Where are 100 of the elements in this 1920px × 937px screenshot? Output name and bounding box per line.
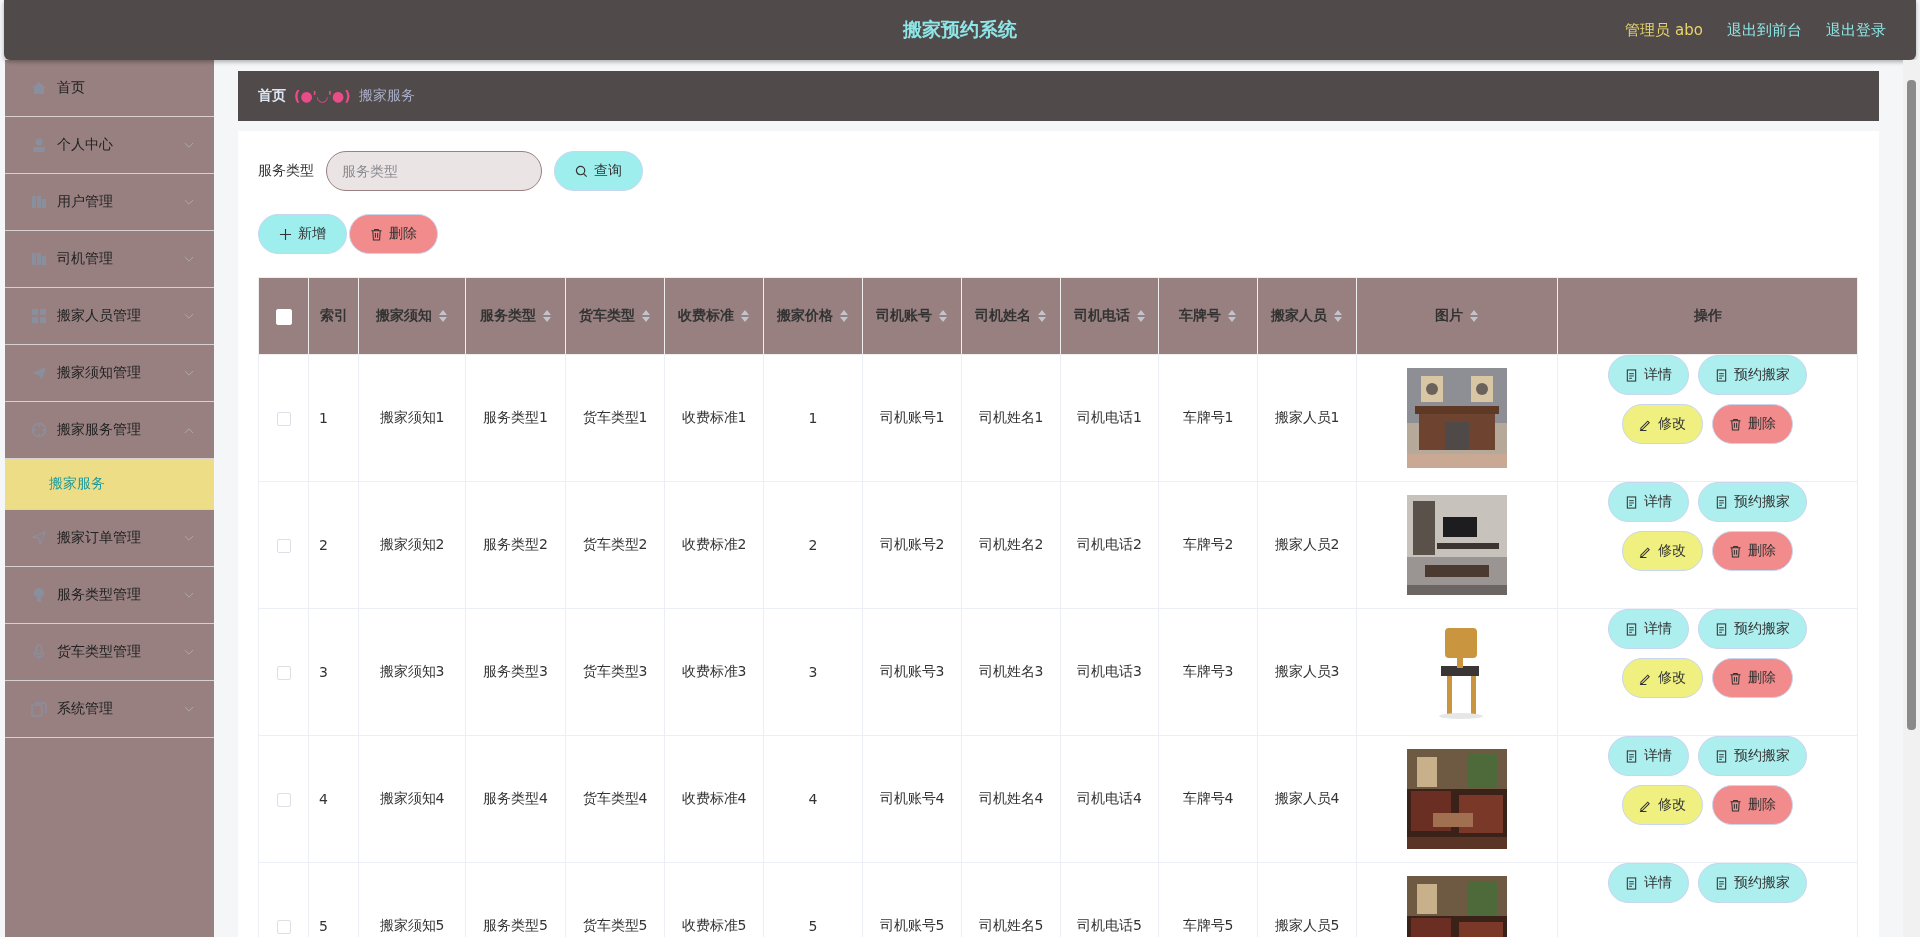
header-cell[interactable]: 司机姓名 — [961, 277, 1061, 355]
sort-icon[interactable] — [740, 309, 750, 323]
header-cell[interactable]: 搬家须知 — [358, 277, 466, 355]
header-link[interactable]: 退出到前台 — [1727, 20, 1802, 40]
header-cell[interactable]: 搬家价格 — [763, 277, 863, 355]
table-cell: 搬家人员2 — [1274, 536, 1340, 552]
breadcrumb-link[interactable]: 首页 — [258, 87, 286, 105]
sort-icon[interactable] — [1333, 309, 1343, 323]
table-cell: 服务类型5 — [483, 917, 548, 933]
header-cell[interactable]: 服务类型 — [465, 277, 566, 355]
edit-button[interactable]: 修改 — [1622, 658, 1703, 698]
detail-button[interactable]: 详情 — [1608, 355, 1689, 395]
table-cell: 收费标准5 — [681, 917, 747, 933]
sort-icon[interactable] — [1135, 309, 1146, 323]
table-cell: 司机电话3 — [1077, 663, 1142, 679]
row-checkbox[interactable] — [276, 539, 291, 553]
row-checkbox[interactable] — [276, 666, 291, 680]
plus-icon — [279, 227, 292, 241]
edit-button[interactable]: 修改 — [1622, 785, 1703, 825]
trash-icon — [1729, 798, 1742, 812]
table-cell: 1 — [808, 410, 818, 426]
row-checkbox[interactable] — [276, 793, 291, 807]
table-cell: 4 — [808, 791, 818, 807]
header-cell[interactable]: 司机账号 — [862, 277, 962, 355]
breadcrumb-separator: (●'◡'●) — [294, 88, 351, 104]
menu-item[interactable]: 首页 — [5, 60, 214, 117]
submenu-item[interactable]: 搬家服务 — [5, 459, 214, 510]
document-icon — [1715, 876, 1728, 890]
header-cell[interactable]: 搬家人员 — [1257, 277, 1357, 355]
sort-icon[interactable] — [1227, 309, 1237, 323]
table-cell: 2 — [808, 537, 818, 553]
column-header: 服务类型 — [479, 307, 536, 325]
menu-item[interactable]: 服务类型管理 — [5, 567, 214, 624]
row-checkbox[interactable] — [276, 412, 291, 426]
edit-button[interactable]: 修改 — [1622, 531, 1703, 571]
header-cell[interactable]: 车牌号 — [1158, 277, 1258, 355]
row-checkbox[interactable] — [276, 920, 291, 934]
menu-item[interactable]: 个人中心 — [5, 117, 214, 174]
detail-button[interactable]: 详情 — [1608, 609, 1689, 649]
delete-button[interactable]: 删除 — [1712, 531, 1793, 571]
book-button[interactable]: 预约搬家 — [1698, 736, 1807, 776]
query-button[interactable]: 查询 — [554, 151, 643, 191]
edit-button[interactable]: 修改 — [1622, 404, 1703, 444]
table-cell: 司机姓名1 — [978, 409, 1044, 425]
table-cell: 搬家须知3 — [379, 663, 445, 679]
header-cell[interactable]: 操作 — [1557, 277, 1858, 355]
detail-button[interactable]: 详情 — [1608, 863, 1689, 903]
sort-icon[interactable] — [938, 309, 948, 323]
table-cell: 车牌号5 — [1182, 917, 1234, 933]
document-icon — [1715, 495, 1728, 509]
table-cell: 2 — [319, 537, 328, 553]
table-cell: 服务类型1 — [483, 409, 548, 425]
header-cell[interactable]: 司机电话 — [1060, 277, 1159, 355]
column-header: 车牌号 — [1179, 307, 1221, 325]
sort-icon[interactable] — [438, 309, 448, 323]
add-button[interactable]: 新增 — [258, 214, 347, 254]
menu-item[interactable]: 搬家人员管理 — [5, 288, 214, 345]
table-cell: 司机姓名4 — [978, 790, 1044, 806]
table-cell: 司机姓名3 — [978, 663, 1044, 679]
menu-item[interactable]: 系统管理 — [5, 681, 214, 738]
header-cell[interactable]: 货车类型 — [565, 277, 665, 355]
sort-icon[interactable] — [1469, 309, 1479, 323]
sort-icon[interactable] — [839, 309, 849, 323]
search-field[interactable]: 服务类型 — [326, 151, 542, 191]
book-button[interactable]: 预约搬家 — [1698, 482, 1807, 522]
sort-icon[interactable] — [541, 309, 552, 323]
detail-button[interactable]: 详情 — [1608, 736, 1689, 776]
detail-button[interactable]: 详情 — [1608, 482, 1689, 522]
book-button[interactable]: 预约搬家 — [1698, 863, 1807, 903]
table-cell: 搬家须知1 — [379, 409, 445, 425]
trash-icon — [1729, 671, 1742, 685]
menu-item[interactable]: 搬家须知管理 — [5, 345, 214, 402]
menu-icon — [31, 251, 47, 267]
menu-item[interactable]: 货车类型管理 — [5, 624, 214, 681]
header-cell[interactable]: 收费标准 — [664, 277, 764, 355]
menu-item[interactable]: 司机管理 — [5, 231, 214, 288]
app-title: 搬家预约系统 — [903, 17, 1017, 42]
sort-icon[interactable] — [1037, 309, 1047, 323]
delete-button[interactable]: 删除 — [1712, 404, 1793, 444]
menu-item[interactable]: 搬家订单管理 — [5, 510, 214, 567]
menu-icon — [31, 194, 47, 210]
menu-item[interactable]: 用户管理 — [5, 174, 214, 231]
scrollbar[interactable] — [1903, 60, 1920, 937]
header-cell[interactable]: 索引 — [308, 277, 359, 355]
delete-button[interactable]: 删除 — [349, 214, 438, 254]
delete-button[interactable]: 删除 — [1712, 658, 1793, 698]
sort-icon[interactable] — [641, 309, 651, 323]
delete-button[interactable]: 删除 — [1712, 785, 1793, 825]
menu-icon — [31, 701, 47, 717]
table-cell: 货车类型2 — [582, 536, 648, 552]
scrollbar-thumb[interactable] — [1907, 80, 1916, 730]
book-button[interactable]: 预约搬家 — [1698, 609, 1807, 649]
header-link[interactable]: 退出登录 — [1826, 20, 1886, 40]
header-cell[interactable]: 图片 — [1356, 277, 1558, 355]
book-button[interactable]: 预约搬家 — [1698, 355, 1807, 395]
table-cell: 司机电话5 — [1077, 917, 1142, 933]
trash-icon — [1729, 417, 1742, 431]
search-icon — [575, 164, 588, 178]
column-header: 收费标准 — [678, 307, 734, 325]
select-all-checkbox[interactable] — [275, 308, 292, 325]
